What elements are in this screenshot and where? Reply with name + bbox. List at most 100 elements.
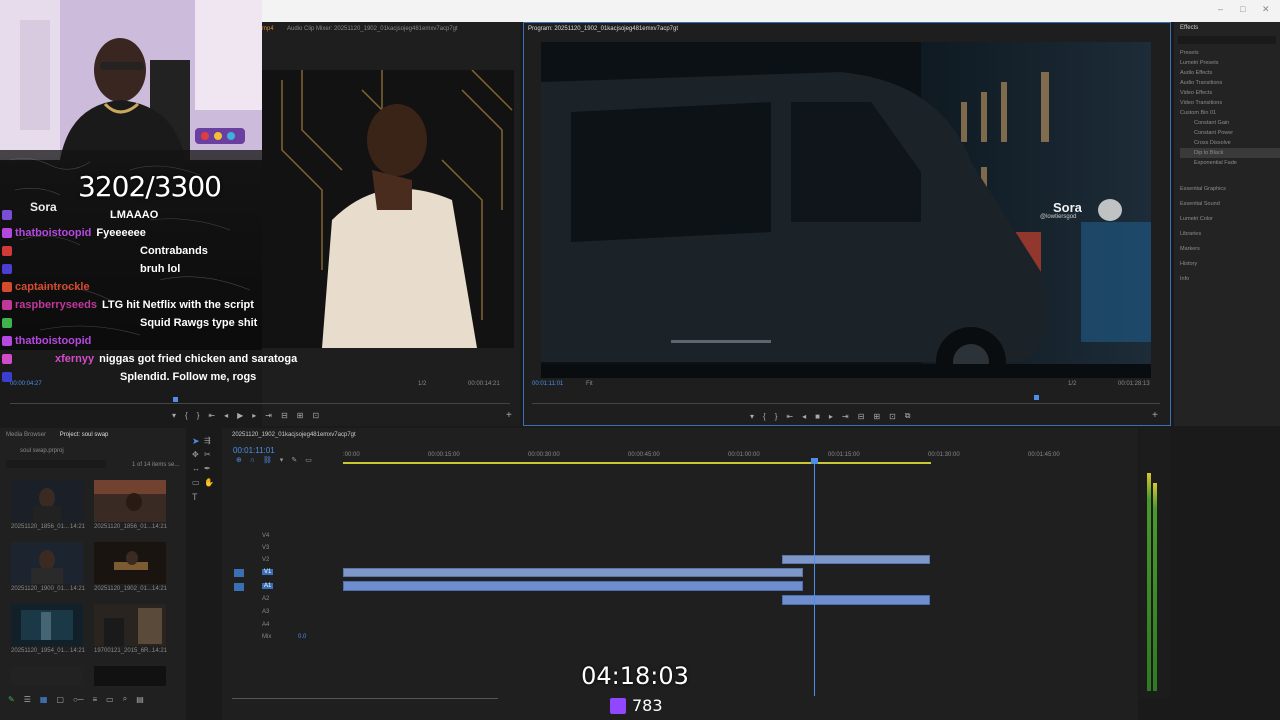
panel-essential-sound[interactable]: Essential Sound xyxy=(1180,197,1280,212)
track-label-v4[interactable]: V4 xyxy=(262,533,269,539)
effects-tree-item[interactable]: Presets xyxy=(1180,48,1280,58)
mark-out-bracket-icon[interactable]: } xyxy=(775,412,778,421)
project-thumbnail[interactable] xyxy=(11,604,83,646)
track-label-v2[interactable]: V2 xyxy=(262,557,269,563)
mark-out-bracket-icon[interactable]: } xyxy=(197,411,200,420)
insert-icon[interactable]: ⊟ xyxy=(281,411,288,420)
hand-tool-icon[interactable]: ✋ xyxy=(204,478,214,487)
effects-tree-item[interactable]: Video Effects xyxy=(1180,88,1280,98)
mark-in-icon[interactable]: ▾ xyxy=(750,412,754,421)
go-to-in-icon[interactable]: ⇤ xyxy=(786,412,793,421)
mark-in-icon[interactable]: ▾ xyxy=(172,411,176,420)
selection-tool-icon[interactable]: ➤ xyxy=(192,436,200,447)
step-forward-icon[interactable]: ▸ xyxy=(829,412,833,421)
find-icon[interactable]: ⌕ xyxy=(123,694,127,704)
tab-project[interactable]: Project: soul swap xyxy=(60,432,109,438)
effects-tree-item[interactable]: Constant Power xyxy=(1180,128,1280,138)
mark-in-bracket-icon[interactable]: { xyxy=(185,411,188,420)
project-search-input[interactable] xyxy=(6,460,106,468)
program-fraction[interactable]: 1/2 xyxy=(1068,381,1076,387)
type-tool-icon[interactable]: T xyxy=(192,492,198,502)
pencil-icon[interactable]: ✎ xyxy=(8,695,15,704)
source-playhead[interactable] xyxy=(173,397,178,402)
pen-tool-icon[interactable]: ✒ xyxy=(204,464,211,473)
panel-markers[interactable]: Markers xyxy=(1180,242,1280,257)
list-view-icon[interactable]: ☰ xyxy=(24,695,31,704)
project-thumbnail[interactable] xyxy=(11,480,83,522)
mark-in-bracket-icon[interactable]: { xyxy=(763,412,766,421)
linked-selection-icon[interactable]: ⛓ xyxy=(263,456,272,464)
mix-value[interactable]: 0.0 xyxy=(298,634,306,640)
effects-search-input[interactable] xyxy=(1178,36,1276,44)
export-frame-icon[interactable]: ⊡ xyxy=(312,411,319,420)
effects-tree-item[interactable]: Audio Effects xyxy=(1180,68,1280,78)
panel-info[interactable]: Info xyxy=(1180,272,1280,287)
timeline-timecode[interactable]: 00:01:11:01 xyxy=(233,446,275,455)
video-clip-v2[interactable] xyxy=(782,555,930,564)
project-thumbnail[interactable] xyxy=(94,542,166,584)
track-label-a4[interactable]: A4 xyxy=(262,622,269,628)
step-forward-icon[interactable]: ▸ xyxy=(252,411,256,420)
track-label-a1[interactable]: A1 xyxy=(262,583,274,589)
effects-tree-item-selected[interactable]: Dip to Black xyxy=(1180,148,1280,158)
track-label-a2[interactable]: A2 xyxy=(262,596,269,602)
track-label-v1[interactable]: V1 xyxy=(262,569,274,575)
tab-source[interactable]: mp4 xyxy=(262,26,274,32)
source-scrub-bar[interactable] xyxy=(10,403,510,404)
effects-tree-item[interactable]: Video Transitions xyxy=(1180,98,1280,108)
effects-tree-item[interactable]: Exponential Fade xyxy=(1180,158,1280,168)
maximize-button[interactable]: □ xyxy=(1240,4,1245,14)
program-scrub-bar[interactable] xyxy=(532,403,1160,404)
step-back-icon[interactable]: ◂ xyxy=(802,412,806,421)
go-to-out-icon[interactable]: ⇥ xyxy=(842,412,849,421)
work-area-bar[interactable] xyxy=(343,462,931,464)
project-thumbnail[interactable] xyxy=(94,666,166,686)
new-item-icon[interactable]: ▤ xyxy=(136,695,144,704)
tab-audio-clip-mixer[interactable]: Audio Clip Mixer: 20251120_1902_01kacjso… xyxy=(287,26,458,32)
project-thumbnail[interactable] xyxy=(11,666,83,686)
overwrite-icon[interactable]: ⊞ xyxy=(297,411,304,420)
captions-icon[interactable]: ▭ xyxy=(305,456,312,464)
effects-tree-item[interactable]: Custom Bin 01 xyxy=(1180,108,1280,118)
panel-lumetri-color[interactable]: Lumetri Color xyxy=(1180,212,1280,227)
audio-clip-a2[interactable] xyxy=(782,595,930,605)
project-thumbnail[interactable] xyxy=(11,542,83,584)
add-button-icon[interactable]: + xyxy=(506,410,512,421)
audio-clip-a1[interactable] xyxy=(343,581,803,591)
source-patch-a1[interactable] xyxy=(234,583,244,591)
razor-tool-icon[interactable]: ✂ xyxy=(204,450,211,459)
add-button-icon[interactable]: + xyxy=(1152,410,1158,421)
minimize-button[interactable]: – xyxy=(1218,4,1223,14)
effects-tree-item[interactable]: Cross Dissolve xyxy=(1180,138,1280,148)
add-marker-icon[interactable]: ▾ xyxy=(280,456,284,464)
panel-libraries[interactable]: Libraries xyxy=(1180,227,1280,242)
source-fraction[interactable]: 1/2 xyxy=(418,381,426,387)
zoom-slider-icon[interactable]: ○─ xyxy=(73,695,84,704)
go-to-in-icon[interactable]: ⇤ xyxy=(208,411,215,420)
program-monitor-title[interactable]: Program: 20251120_1902_01kacjsojeg481emx… xyxy=(528,26,678,32)
freeform-view-icon[interactable]: ▢ xyxy=(56,695,64,704)
program-fit-select[interactable]: Fit xyxy=(586,381,593,387)
go-to-out-icon[interactable]: ⇥ xyxy=(265,411,272,420)
playhead-handle[interactable] xyxy=(811,458,818,464)
extract-icon[interactable]: ⊞ xyxy=(873,412,880,421)
folder-icon[interactable]: ▭ xyxy=(106,695,114,704)
icon-view-icon[interactable]: ▦ xyxy=(40,695,48,704)
comparison-view-icon[interactable]: ⧉ xyxy=(905,411,911,421)
panel-essential-graphics[interactable]: Essential Graphics xyxy=(1180,182,1280,197)
snap-icon[interactable]: ∩ xyxy=(250,457,255,464)
project-thumbnail[interactable] xyxy=(94,480,166,522)
track-label-a3[interactable]: A3 xyxy=(262,609,269,615)
lift-icon[interactable]: ⊟ xyxy=(858,412,865,421)
sort-icon[interactable]: ≡ xyxy=(93,695,98,704)
tab-media-browser[interactable]: Media Browser xyxy=(6,432,46,438)
sequence-tab[interactable]: 20251120_1902_01kacjsojeg481emxv7acp7gt xyxy=(232,432,356,438)
effects-tree-item[interactable]: Audio Transitions xyxy=(1180,78,1280,88)
program-timecode[interactable]: 00:01:11:01 xyxy=(532,381,563,387)
settings-wrench-icon[interactable]: ✎ xyxy=(291,456,297,464)
panel-history[interactable]: History xyxy=(1180,257,1280,272)
ripple-tool-icon[interactable]: ✥ xyxy=(192,450,199,459)
source-patch-v1[interactable] xyxy=(234,569,244,577)
export-frame-icon[interactable]: ⊡ xyxy=(889,412,896,421)
track-label-v3[interactable]: V3 xyxy=(262,545,269,551)
